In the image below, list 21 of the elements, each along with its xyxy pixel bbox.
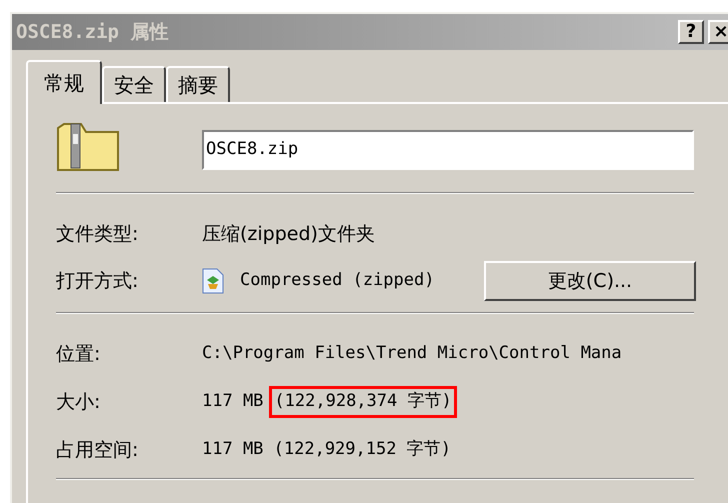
size-value: 117 MB — [202, 390, 264, 414]
tab[interactable]: 安全 — [102, 66, 166, 102]
file-type-value: 压缩(zipped)文件夹 — [202, 222, 375, 247]
application-name: Compressed (zipped) — [240, 269, 436, 292]
field-label: 文件类型: — [56, 222, 140, 247]
application-icon — [202, 268, 224, 294]
help-button[interactable]: ? — [678, 20, 704, 44]
field-label: 占用空间: — [56, 438, 140, 463]
zipped-folder-icon — [56, 120, 120, 172]
window-title: OSCE8.zip 属性 — [15, 20, 168, 45]
field-label: 打开方式: — [56, 268, 140, 294]
change-button[interactable]: 更改(C)... — [484, 261, 696, 301]
name-field[interactable]: OSCE8.zip — [202, 130, 694, 170]
close-button[interactable]: × — [708, 20, 728, 44]
size-value: 117 MB (122,929,152 字节) — [202, 438, 451, 462]
field-label: 大小: — [56, 390, 102, 415]
tab[interactable]: 摘要 — [166, 66, 230, 102]
size-value: (122,928,374 字节) — [269, 386, 457, 418]
location-value: C:\Program Files\Trend Micro\Control Mana — [202, 342, 622, 366]
field-label: 位置: — [56, 342, 102, 367]
tab[interactable]: 常规 — [26, 60, 102, 104]
